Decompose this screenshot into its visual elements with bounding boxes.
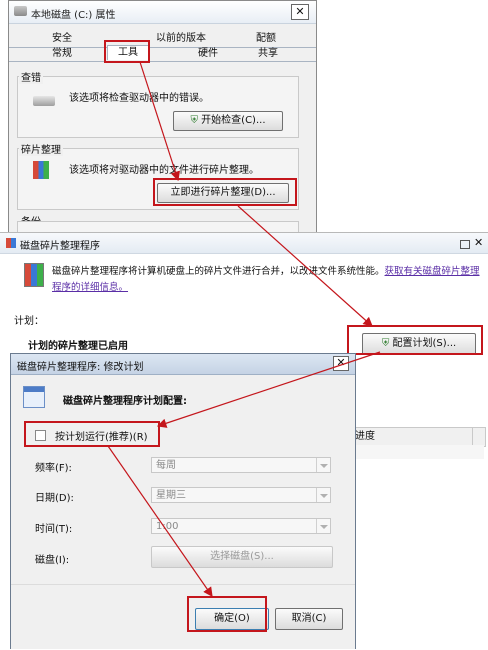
close-icon[interactable]: ✕ bbox=[474, 236, 483, 249]
cancel-button[interactable]: 取消(C) bbox=[275, 608, 343, 630]
day-select[interactable]: 星期三 bbox=[151, 487, 331, 503]
details-link-continued[interactable]: 程序的详细信息。 bbox=[52, 282, 128, 293]
schedule-status: 计划的碎片整理已启用 bbox=[28, 341, 128, 352]
schedule-dialog-titlebar: 磁盘碎片整理程序: 修改计划 ✕ bbox=[11, 354, 355, 375]
tab-divider-2 bbox=[9, 61, 316, 62]
schedule-dialog-title: 磁盘碎片整理程序: 修改计划 bbox=[17, 362, 144, 373]
properties-titlebar: 本地磁盘 (C:) 属性 ✕ bbox=[9, 1, 316, 24]
defrag-icon bbox=[33, 161, 49, 179]
error-check-desc: 该选项将检查驱动器中的错误。 bbox=[69, 93, 209, 104]
error-check-label: 查错 bbox=[19, 69, 43, 84]
calendar-icon bbox=[23, 386, 45, 408]
frequency-label: 频率(F): bbox=[35, 463, 72, 474]
tab-hardware[interactable]: 硬件 bbox=[183, 47, 233, 61]
time-label: 时间(T): bbox=[35, 524, 73, 535]
close-icon[interactable]: ✕ bbox=[333, 356, 349, 371]
select-disk-button[interactable]: 选择磁盘(S)... bbox=[151, 546, 333, 568]
drive-icon bbox=[33, 96, 55, 106]
shield-icon: ⛨ bbox=[190, 115, 198, 126]
highlight-ok-button bbox=[187, 596, 267, 632]
tab-previous-versions[interactable]: 以前的版本 bbox=[141, 32, 221, 46]
details-link[interactable]: 获取有关磁盘碎片整理 bbox=[385, 266, 480, 277]
tab-security[interactable]: 安全 bbox=[37, 32, 87, 46]
defrag-desc: 该选项将对驱动器中的文件进行碎片整理。 bbox=[69, 165, 259, 176]
close-icon[interactable]: ✕ bbox=[291, 4, 309, 20]
schedule-dialog: 磁盘碎片整理程序: 修改计划 ✕ 磁盘碎片整理程序计划配置: 按计划运行(推荐)… bbox=[10, 353, 356, 649]
tab-quota[interactable]: 配额 bbox=[241, 32, 291, 46]
defrag-title: 磁盘碎片整理程序 bbox=[20, 241, 100, 252]
tab-general[interactable]: 常规 bbox=[37, 47, 87, 61]
chevron-down-icon bbox=[316, 458, 330, 472]
defrag-titlebar: 磁盘碎片整理程序 ✕ bbox=[0, 233, 488, 254]
defrag-icon bbox=[6, 238, 16, 248]
defrag-icon bbox=[24, 263, 44, 287]
highlight-tools-tab bbox=[104, 40, 150, 63]
highlight-config-button bbox=[347, 325, 483, 355]
maximize-icon[interactable] bbox=[460, 240, 470, 249]
chevron-down-icon bbox=[316, 519, 330, 533]
scrollbar[interactable] bbox=[472, 427, 486, 447]
chevron-down-icon bbox=[316, 488, 330, 502]
progress-column-header[interactable]: 进度 bbox=[350, 427, 474, 447]
highlight-defrag-button bbox=[153, 178, 297, 206]
defrag-group-label: 碎片整理 bbox=[19, 141, 63, 156]
defrag-description: 磁盘碎片整理程序将计算机硬盘上的碎片文件进行合并，以改进文件系统性能。获取有关磁… bbox=[52, 266, 480, 293]
time-select[interactable]: 1:00 bbox=[151, 518, 331, 534]
highlight-run-on-schedule bbox=[24, 421, 160, 447]
drive-icon bbox=[14, 6, 27, 16]
schedule-label: 计划： bbox=[14, 316, 44, 327]
start-check-button[interactable]: ⛨ 开始检查(C)... bbox=[173, 111, 283, 131]
disk-list bbox=[350, 445, 484, 459]
schedule-heading: 磁盘碎片整理程序计划配置: bbox=[63, 396, 187, 407]
frequency-select[interactable]: 每周 bbox=[151, 457, 331, 473]
tab-sharing[interactable]: 共享 bbox=[243, 47, 293, 61]
day-label: 日期(D): bbox=[35, 493, 74, 504]
disk-label: 磁盘(I): bbox=[35, 555, 70, 566]
properties-title: 本地磁盘 (C:) 属性 bbox=[31, 10, 116, 21]
